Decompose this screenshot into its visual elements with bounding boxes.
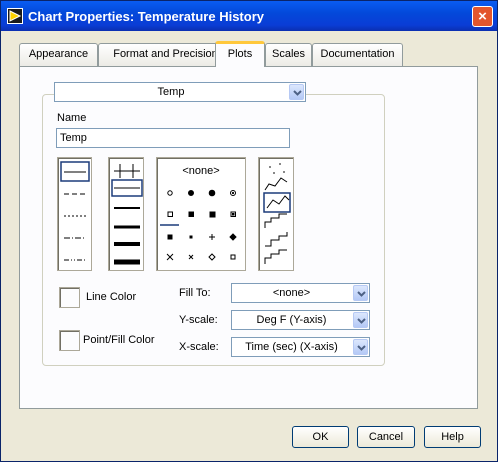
tab-format-and-precision[interactable]: Format and Precision bbox=[98, 43, 233, 66]
point-large-circle bbox=[208, 189, 216, 197]
point-small-hollow-square bbox=[230, 254, 236, 260]
line-style-options bbox=[60, 161, 90, 261]
point-small-square bbox=[167, 234, 173, 240]
point-hollow-diamond bbox=[208, 253, 216, 261]
point-fill-color-label: Point/Fill Color bbox=[83, 334, 155, 346]
tab-scales[interactable]: Scales bbox=[265, 43, 312, 66]
window-title: Chart Properties: Temperature History bbox=[28, 9, 264, 24]
point-filled-square bbox=[188, 211, 194, 217]
cancel-button[interactable]: Cancel bbox=[357, 426, 415, 448]
interpolation-step-y bbox=[265, 232, 288, 247]
point-filled-circle bbox=[188, 190, 194, 196]
fill-to-dropdown[interactable]: <none> bbox=[231, 283, 370, 303]
labview-icon bbox=[7, 8, 23, 24]
y-scale-value: Deg F (Y-axis) bbox=[256, 314, 327, 326]
line-width-options bbox=[111, 164, 143, 265]
interpolation-step-x bbox=[264, 213, 287, 228]
title-bar[interactable]: Chart Properties: Temperature History × bbox=[1, 1, 497, 31]
dialog-window: Chart Properties: Temperature History × … bbox=[0, 0, 498, 462]
help-button[interactable]: Help bbox=[424, 426, 481, 448]
chevron-down-icon[interactable] bbox=[353, 339, 368, 355]
x-scale-value: Time (sec) (X-axis) bbox=[245, 341, 338, 353]
tab-format-label: Format and Precision bbox=[113, 48, 218, 60]
point-hollow-circle bbox=[167, 190, 173, 196]
x-scale-dropdown[interactable]: Time (sec) (X-axis) bbox=[231, 337, 370, 357]
y-scale-label: Y-scale: bbox=[179, 314, 218, 326]
close-icon: × bbox=[478, 8, 487, 25]
ok-button[interactable]: OK bbox=[292, 426, 349, 448]
point-large-square bbox=[209, 211, 216, 218]
point-fill-color-swatch[interactable] bbox=[59, 330, 80, 351]
point-diamond bbox=[229, 233, 237, 241]
y-scale-dropdown[interactable]: Deg F (Y-axis) bbox=[231, 310, 370, 330]
name-label: Name bbox=[57, 112, 87, 124]
tab-appearance-label: Appearance bbox=[28, 48, 89, 60]
interpolation-options bbox=[263, 163, 291, 264]
chevron-down-icon[interactable] bbox=[289, 84, 304, 100]
fill-to-label: Fill To: bbox=[179, 287, 211, 299]
tab-plots[interactable]: Plots bbox=[215, 41, 265, 67]
fill-to-value: <none> bbox=[272, 287, 311, 299]
tab-appearance[interactable]: Appearance bbox=[19, 43, 98, 66]
line-color-label: Line Color bbox=[86, 291, 137, 303]
line-style-selector[interactable] bbox=[57, 157, 92, 271]
tab-documentation[interactable]: Documentation bbox=[312, 43, 403, 66]
x-scale-label: X-scale: bbox=[179, 341, 219, 353]
chevron-down-icon[interactable] bbox=[353, 312, 368, 328]
interpolation-linear bbox=[264, 177, 288, 191]
interpolation-linear-points bbox=[266, 195, 290, 209]
plot-name-input[interactable]: Temp bbox=[56, 128, 290, 148]
tab-plots-label: Plots bbox=[227, 48, 253, 60]
line-width-selector[interactable] bbox=[108, 157, 144, 271]
point-dot bbox=[189, 235, 193, 239]
point-style-selector[interactable]: <none> bbox=[156, 157, 246, 271]
plot-selector-value: Temp bbox=[157, 86, 185, 98]
point-style-options bbox=[160, 189, 237, 261]
tab-scales-label: Scales bbox=[271, 48, 306, 60]
interpolation-selector[interactable] bbox=[258, 157, 294, 271]
chevron-down-icon[interactable] bbox=[353, 285, 368, 301]
close-button[interactable]: × bbox=[472, 6, 493, 27]
interpolation-step-mid bbox=[264, 249, 287, 264]
point-hollow-square bbox=[167, 211, 173, 217]
plot-selector-dropdown[interactable]: Temp bbox=[54, 82, 306, 102]
line-color-swatch[interactable] bbox=[59, 287, 80, 308]
tab-documentation-label: Documentation bbox=[320, 48, 395, 60]
interpolation-none bbox=[269, 163, 285, 174]
